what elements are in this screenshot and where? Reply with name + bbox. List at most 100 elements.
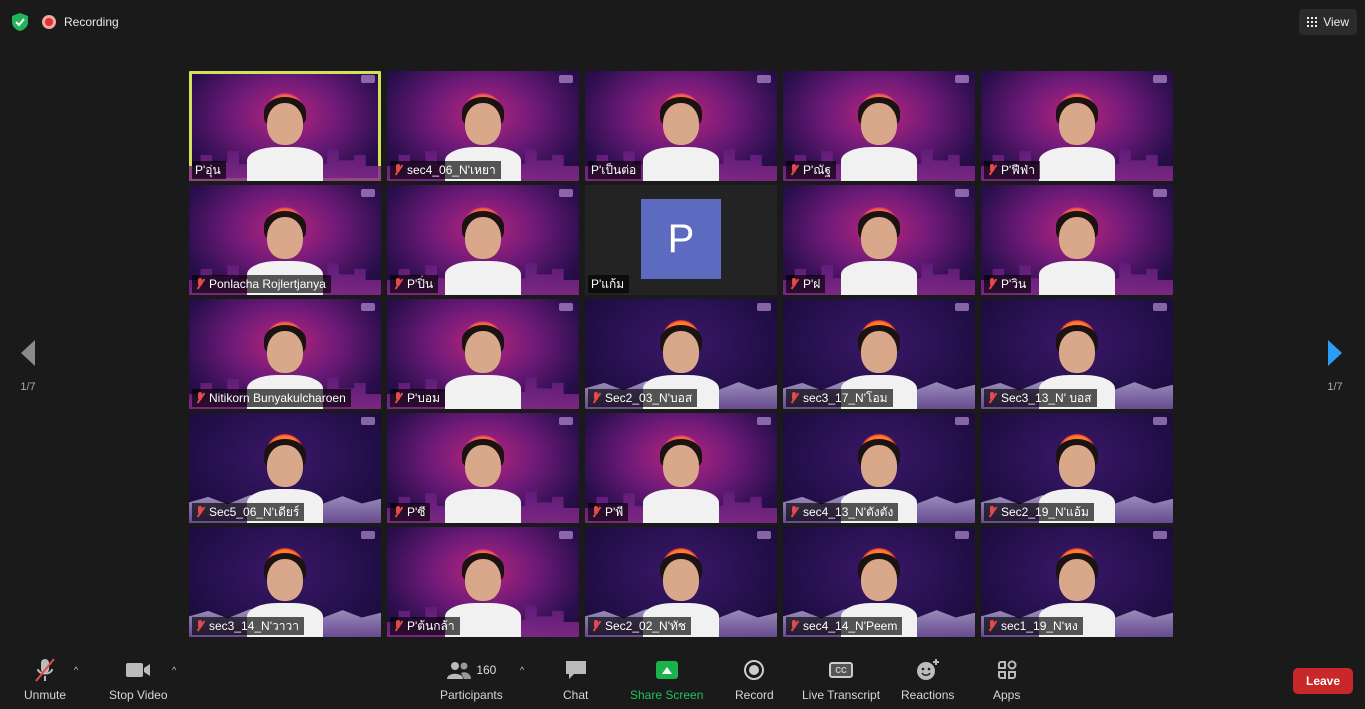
- next-page-button[interactable]: 1/7: [1315, 338, 1355, 393]
- chevron-right-icon: [1328, 340, 1342, 366]
- video-tile[interactable]: P'อุ่น: [189, 71, 381, 181]
- chat-button[interactable]: Chat: [563, 657, 588, 702]
- background-logo: [757, 75, 771, 83]
- video-tile[interactable]: Nitikorn Bunyakulcharoen: [189, 299, 381, 409]
- background-logo: [1153, 417, 1167, 425]
- shield-icon[interactable]: [10, 12, 30, 32]
- participants-button[interactable]: 160 Participants: [440, 657, 503, 702]
- video-tile[interactable]: P'ณัฐ: [783, 71, 975, 181]
- participant-name-tag: sec1_19_N'หง: [984, 617, 1083, 635]
- video-tile[interactable]: Sec5_06_N'เดียร์: [189, 413, 381, 523]
- participant-name-tag: sec3_17_N'โอม: [786, 389, 893, 407]
- mic-muted-icon: [987, 506, 997, 518]
- participant-name-tag: P'อุ่น: [192, 161, 226, 179]
- view-label: View: [1323, 15, 1349, 29]
- mic-muted-icon: [789, 620, 799, 632]
- stop-video-button[interactable]: Stop Video: [109, 657, 168, 702]
- participant-name: Sec2_02_N'ทัช: [605, 618, 687, 633]
- participants-options-caret-icon[interactable]: ^: [520, 665, 524, 675]
- participant-video: [841, 89, 917, 181]
- video-tile[interactable]: P'บอม: [387, 299, 579, 409]
- video-tile[interactable]: P'ซี: [387, 413, 579, 523]
- mic-muted-icon: [591, 506, 601, 518]
- background-logo: [955, 75, 969, 83]
- mic-muted-icon: [987, 620, 997, 632]
- chat-label: Chat: [563, 688, 589, 702]
- mic-muted-icon: [987, 164, 997, 176]
- participant-name: P'ต้นกล้า: [407, 618, 455, 633]
- video-tile[interactable]: P'ปิ่น: [387, 185, 579, 295]
- prev-page-button[interactable]: 1/7: [8, 338, 48, 393]
- background-logo: [757, 303, 771, 311]
- participant-name-tag: Sec2_19_N'แอ้ม: [984, 503, 1094, 521]
- share-screen-icon: [655, 661, 678, 679]
- leave-button[interactable]: Leave: [1293, 668, 1353, 694]
- participant-video: [445, 317, 521, 409]
- participant-name: P'บอม: [407, 390, 441, 405]
- video-tile[interactable]: sec3_17_N'โอม: [783, 299, 975, 409]
- participant-name-tag: sec4_06_N'เหยา: [390, 161, 501, 179]
- background-logo: [955, 417, 969, 425]
- video-tile[interactable]: Sec3_13_N' บอส: [981, 299, 1173, 409]
- background-logo: [955, 303, 969, 311]
- share-screen-label: Share Screen: [630, 688, 704, 702]
- mic-muted-icon: [393, 506, 403, 518]
- video-tile[interactable]: sec4_14_N'Peem: [783, 527, 975, 637]
- video-tile[interactable]: Sec2_02_N'ทัช: [585, 527, 777, 637]
- mic-muted-icon: [789, 164, 799, 176]
- live-transcript-button[interactable]: CC Live Transcript: [802, 657, 880, 702]
- participant-name: Ponlacha Rojlertjanya: [209, 277, 326, 291]
- participant-name-tag: Sec5_06_N'เดียร์: [192, 503, 305, 521]
- video-tile[interactable]: sec3_14_N'วาวา: [189, 527, 381, 637]
- background-logo: [361, 189, 375, 197]
- mic-muted-icon: [789, 278, 799, 290]
- video-tile[interactable]: P'ฟีฟ่า: [981, 71, 1173, 181]
- stop-video-label: Stop Video: [109, 688, 168, 702]
- reactions-button[interactable]: Reactions: [901, 657, 954, 702]
- participant-name: Sec3_13_N' บอส: [1001, 390, 1092, 405]
- top-bar: Recording View: [0, 0, 1365, 44]
- video-tile[interactable]: P'เป็นต่อ: [585, 71, 777, 181]
- record-button[interactable]: Record: [735, 657, 774, 702]
- background-logo: [955, 189, 969, 197]
- participants-count: 160: [476, 663, 497, 677]
- video-camera-icon: [126, 663, 151, 677]
- video-tile[interactable]: P P'แก้ม: [585, 185, 777, 295]
- video-tile[interactable]: P'วิน: [981, 185, 1173, 295]
- participant-avatar: P: [641, 199, 721, 279]
- share-screen-button[interactable]: Share Screen: [630, 657, 703, 702]
- recording-indicator[interactable]: Recording: [42, 12, 119, 32]
- mic-muted-icon: [393, 620, 403, 632]
- mic-muted-icon: [591, 392, 601, 404]
- participant-name-tag: Sec2_03_N'บอส: [588, 389, 698, 407]
- participant-name: Sec5_06_N'เดียร์: [209, 504, 300, 519]
- apps-icon: [997, 660, 1017, 679]
- participant-name: Nitikorn Bunyakulcharoen: [209, 391, 346, 405]
- mic-muted-icon: [987, 278, 997, 290]
- video-tile[interactable]: Ponlacha Rojlertjanya: [189, 185, 381, 295]
- video-tile[interactable]: Sec2_03_N'บอส: [585, 299, 777, 409]
- participant-name: sec4_13_N'ตังตัง: [803, 504, 894, 519]
- participant-name-tag: Sec3_13_N' บอส: [984, 389, 1097, 407]
- video-tile[interactable]: sec4_13_N'ตังตัง: [783, 413, 975, 523]
- video-tile[interactable]: P'ต้นกล้า: [387, 527, 579, 637]
- record-icon: [744, 660, 765, 680]
- video-tile[interactable]: P'พี: [585, 413, 777, 523]
- meeting-toolbar: Unmute ^ Stop Video ^ 160 Participants ^: [0, 653, 1365, 709]
- audio-options-caret-icon[interactable]: ^: [74, 665, 78, 675]
- participant-name: P'เป็นต่อ: [591, 162, 637, 177]
- apps-button[interactable]: Apps: [993, 657, 1020, 702]
- unmute-button[interactable]: Unmute: [24, 657, 66, 702]
- video-options-caret-icon[interactable]: ^: [172, 665, 176, 675]
- video-tile[interactable]: sec1_19_N'หง: [981, 527, 1173, 637]
- background-logo: [361, 75, 375, 83]
- closed-caption-icon: CC: [829, 662, 854, 678]
- participant-name: P'แก้ม: [591, 276, 625, 291]
- background-logo: [559, 531, 573, 539]
- view-button[interactable]: View: [1299, 9, 1357, 35]
- participant-name-tag: P'ฝ: [786, 275, 826, 293]
- video-tile[interactable]: Sec2_19_N'แอ้ม: [981, 413, 1173, 523]
- background-logo: [361, 303, 375, 311]
- video-tile[interactable]: sec4_06_N'เหยา: [387, 71, 579, 181]
- video-tile[interactable]: P'ฝ: [783, 185, 975, 295]
